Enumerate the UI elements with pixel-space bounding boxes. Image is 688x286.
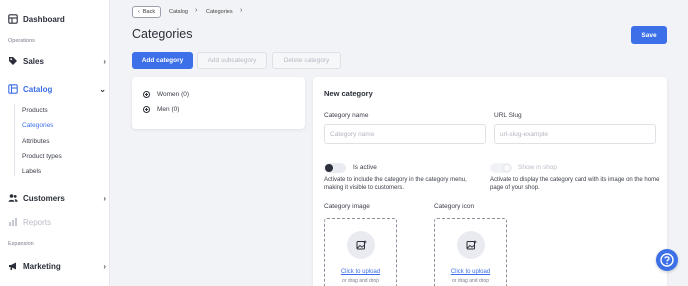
- category-icon-label: Category icon: [434, 203, 475, 210]
- image-upload-icon: [457, 231, 485, 259]
- category-name-input[interactable]: [324, 124, 486, 144]
- tree-item-label: Men (0): [157, 106, 180, 113]
- sidebar-subitem-products[interactable]: Products: [22, 107, 48, 114]
- tree-item-women[interactable]: Women (0): [143, 91, 189, 98]
- category-image-label: Category image: [324, 203, 370, 210]
- users-icon: [8, 193, 18, 203]
- expand-plus-icon[interactable]: [143, 106, 150, 113]
- tree-item-men[interactable]: Men (0): [143, 106, 179, 113]
- submenu-rail: [14, 104, 15, 176]
- show-in-shop-label: Show in shop: [518, 164, 558, 171]
- add-category-button[interactable]: Add category: [132, 52, 193, 69]
- image-upload-icon: [347, 231, 375, 259]
- drag-and-drop-hint: or drag and drop: [452, 278, 489, 284]
- sidebar-item-customers[interactable]: Customers ›: [8, 190, 106, 206]
- help-button[interactable]: [656, 249, 678, 271]
- reports-icon: [8, 217, 18, 227]
- sidebar-item-label: Reports: [23, 217, 52, 227]
- category-icon-dropzone[interactable]: Click to upload or drag and drop: [434, 218, 507, 286]
- back-button-label: Back: [142, 9, 156, 15]
- sidebar-item-label: Sales: [23, 56, 44, 66]
- sidebar-item-catalog[interactable]: Catalog ⌄: [8, 81, 106, 97]
- sidebar-item-label: Catalog: [23, 84, 53, 94]
- is-active-toggle[interactable]: [324, 163, 346, 173]
- sidebar-item-reports: Reports: [8, 214, 106, 230]
- dashboard-icon: [8, 14, 18, 24]
- category-name-label: Category name: [324, 112, 369, 119]
- sidebar-subitem-attributes[interactable]: Attributes: [22, 138, 49, 145]
- sidebar-item-sales[interactable]: Sales ›: [8, 53, 106, 69]
- expand-plus-icon[interactable]: [143, 91, 150, 98]
- add-subcategory-button[interactable]: Add subcategory: [197, 52, 267, 69]
- sidebar-item-marketing[interactable]: Marketing ›: [8, 258, 106, 274]
- main-content: ‹ Back Catalog › Categories › Categories…: [110, 0, 688, 286]
- url-slug-input[interactable]: [494, 124, 656, 144]
- chevron-right-icon: ›: [103, 56, 106, 66]
- help-icon: [660, 253, 674, 267]
- chevron-left-icon: ‹: [138, 9, 140, 15]
- toggle-knob: [325, 164, 333, 172]
- catalog-icon: [8, 84, 18, 94]
- is-active-label: Is active: [353, 164, 377, 171]
- sidebar-item-label: Marketing: [23, 261, 61, 271]
- section-label-operations: Operations: [8, 38, 35, 44]
- chevron-down-icon: ⌄: [99, 84, 106, 94]
- delete-category-button[interactable]: Delete category: [272, 52, 341, 69]
- page-title: Categories: [132, 27, 193, 41]
- new-category-form: New category Category name URL Slug Is a…: [313, 77, 667, 286]
- category-tree: Women (0) Men (0): [132, 77, 305, 129]
- sales-tag-icon: [8, 56, 18, 66]
- section-label-expansion: Expansion: [8, 241, 34, 247]
- sidebar-subitem-labels[interactable]: Labels: [22, 168, 41, 175]
- is-active-hint: Activate to include the category in the …: [324, 177, 467, 191]
- click-to-upload-link[interactable]: Click to upload: [435, 269, 506, 275]
- save-button[interactable]: Save: [631, 26, 667, 44]
- megaphone-icon: [8, 261, 18, 271]
- toggle-knob: [503, 164, 511, 172]
- chevron-right-icon: ›: [103, 261, 106, 271]
- chevron-right-icon: ›: [103, 193, 106, 203]
- category-image-dropzone[interactable]: Click to upload or drag and drop: [324, 218, 397, 286]
- sidebar-subitem-product-types[interactable]: Product types: [22, 153, 62, 160]
- click-to-upload-link[interactable]: Click to upload: [325, 269, 396, 275]
- breadcrumb-catalog[interactable]: Catalog: [169, 9, 188, 15]
- chevron-right-icon: ›: [240, 7, 243, 14]
- breadcrumb-categories: Categories: [206, 9, 233, 15]
- sidebar-item-dashboard[interactable]: Dashboard: [8, 11, 106, 27]
- chevron-right-icon: ›: [195, 7, 198, 14]
- back-button[interactable]: ‹ Back: [132, 6, 162, 18]
- sidebar-subitem-categories[interactable]: Categories: [22, 122, 53, 129]
- form-title: New category: [324, 89, 373, 98]
- show-in-shop-hint: Activate to display the category card wi…: [490, 177, 660, 191]
- drag-and-drop-hint: or drag and drop: [342, 278, 379, 284]
- sidebar-item-label: Customers: [23, 193, 65, 203]
- tree-item-label: Women (0): [157, 91, 190, 98]
- sidebar-item-label: Dashboard: [23, 14, 65, 24]
- show-in-shop-toggle[interactable]: [490, 163, 512, 173]
- url-slug-label: URL Slug: [494, 112, 522, 119]
- sidebar: Dashboard Operations Sales › Catalog ⌄ P…: [0, 0, 110, 286]
